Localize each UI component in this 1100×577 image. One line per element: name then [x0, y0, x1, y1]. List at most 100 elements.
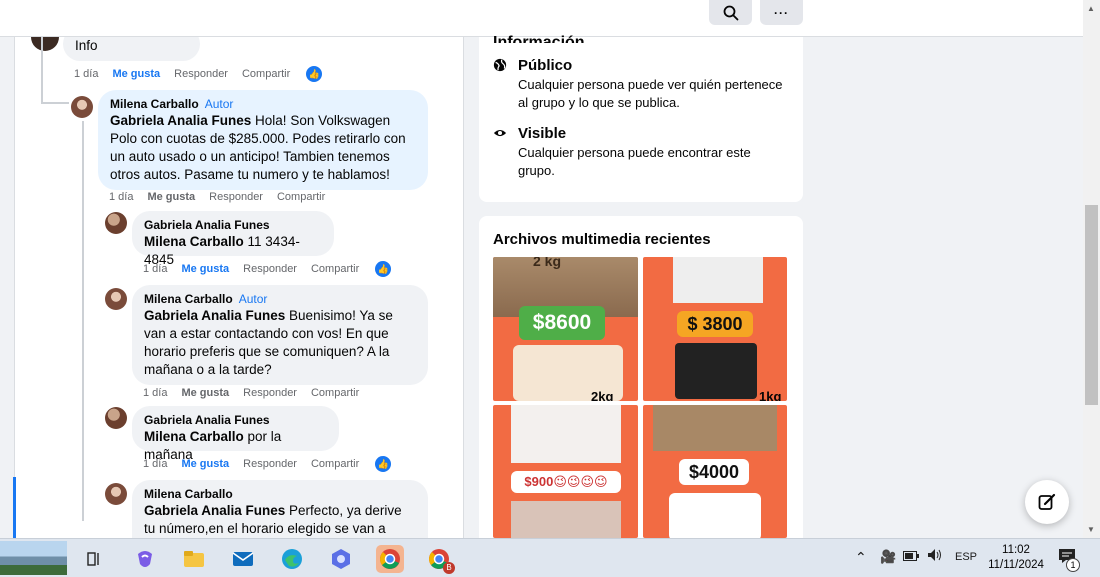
file-explorer-icon[interactable] — [180, 545, 208, 573]
price-tag: $4000 — [679, 459, 749, 485]
clock-time: 11:02 — [1002, 544, 1030, 556]
mention-link[interactable]: Gabriela Analia Funes — [144, 503, 285, 518]
comment-author[interactable]: Gabriela Analia Funes — [144, 217, 322, 233]
reply-button[interactable]: Responder — [209, 191, 263, 203]
share-button[interactable]: Compartir — [242, 68, 290, 80]
active-indicator — [13, 477, 16, 538]
more-options-button[interactable]: ··· — [760, 0, 803, 25]
mention-link[interactable]: Gabriela Analia Funes — [110, 113, 251, 128]
like-button[interactable]: Me gusta — [112, 68, 160, 80]
comment-text: Info — [75, 38, 98, 53]
share-button[interactable]: Compartir — [311, 458, 359, 470]
avatar — [71, 96, 93, 118]
recent-media-card: Archivos multimedia recientes 2 kg $8600… — [479, 216, 803, 538]
comment-time[interactable]: 1 día — [143, 263, 167, 275]
new-message-button[interactable] — [1025, 480, 1069, 524]
comment-bubble: Milena Carballo Autor Gabriela Analia Fun… — [98, 90, 428, 190]
share-button[interactable]: Compartir — [311, 387, 359, 399]
mention-link[interactable]: Gabriela Analia Funes — [144, 308, 285, 323]
chevron-up-icon[interactable]: ⌃ — [855, 549, 867, 566]
avatar — [105, 212, 127, 234]
share-button[interactable]: Compartir — [311, 263, 359, 275]
like-button[interactable]: Me gusta — [181, 458, 229, 470]
chrome-icon[interactable]: B — [425, 545, 455, 574]
price-tag: $8600 — [519, 306, 605, 340]
comment-author[interactable]: Milena Carballo — [144, 486, 416, 502]
comment-time[interactable]: 1 día — [74, 68, 98, 80]
m365-icon[interactable] — [327, 545, 355, 573]
avatar — [105, 407, 127, 429]
comment-bubble: Gabriela Analia Funes Milena Carballo 11… — [132, 211, 334, 267]
profile-badge: B — [443, 562, 455, 574]
like-button[interactable]: Me gusta — [147, 191, 195, 203]
language-indicator[interactable]: ESP — [955, 551, 977, 563]
scrollbar-thumb[interactable] — [1085, 205, 1098, 405]
search-button[interactable] — [709, 0, 752, 25]
comments-panel: Info 1 día Me gusta Responder Compartir … — [14, 37, 464, 538]
weather-widget[interactable] — [0, 541, 67, 575]
privacy-title: Público — [518, 57, 573, 74]
media-tile[interactable]: 2 kg $8600 2kg — [493, 257, 638, 401]
comment-actions: 1 día Me gusta Responder Compartir 👍 — [143, 456, 405, 472]
avatar — [105, 483, 127, 505]
reply-button[interactable]: Responder — [174, 68, 228, 80]
compose-icon — [1038, 493, 1056, 510]
copilot-icon[interactable] — [131, 545, 159, 573]
windows-taskbar: B ⌃ 🎥 ESP 11:02 11/11/2024 1 — [0, 538, 1100, 577]
comment-author[interactable]: Gabriela Analia Funes — [144, 412, 327, 428]
edge-icon[interactable] — [278, 545, 306, 573]
share-button[interactable]: Compartir — [277, 191, 325, 203]
clock[interactable]: 11:02 11/11/2024 — [986, 543, 1046, 573]
price-tag: $900😉😉😉😉 — [511, 471, 621, 493]
clock-date: 11/11/2024 — [988, 559, 1044, 571]
reply-button[interactable]: Responder — [243, 458, 297, 470]
media-tile[interactable]: $900😉😉😉😉 — [493, 405, 638, 538]
mention-link[interactable]: Milena Carballo — [144, 234, 244, 249]
like-reaction-icon: 👍 — [306, 66, 323, 82]
group-info-card: Información Público Cualquier persona pu… — [479, 34, 803, 202]
price-tag: $ 3800 — [677, 311, 753, 337]
comment-bubble: Milena Carballo Gabriela Analia Funes Pe… — [132, 480, 428, 538]
tile-label: 2kg — [591, 389, 614, 401]
media-tile[interactable]: $4000 — [643, 405, 787, 538]
chrome-profile-icon[interactable] — [376, 545, 404, 573]
task-view-icon[interactable] — [80, 545, 108, 573]
search-icon — [723, 5, 738, 20]
tile-label: 1kg — [759, 389, 782, 401]
media-title: Archivos multimedia recientes — [493, 231, 711, 248]
meet-icon[interactable]: 🎥 — [880, 549, 896, 565]
volume-icon[interactable] — [927, 548, 943, 565]
comment-bubble: Info — [63, 37, 200, 61]
comment-time[interactable]: 1 día — [143, 387, 167, 399]
info-title: Información — [493, 34, 585, 43]
like-button[interactable]: Me gusta — [181, 387, 229, 399]
comment-author[interactable]: Milena Carballo — [110, 97, 199, 111]
comment-bubble: Milena Carballo Autor Gabriela Analia Fun… — [132, 285, 428, 385]
eye-icon — [493, 129, 507, 137]
thread-line — [41, 102, 69, 104]
comment-time[interactable]: 1 día — [109, 191, 133, 203]
reply-button[interactable]: Responder — [243, 263, 297, 275]
comment-time[interactable]: 1 día — [143, 458, 167, 470]
comment-author[interactable]: Milena Carballo — [144, 292, 233, 306]
battery-icon[interactable] — [903, 550, 919, 564]
like-button[interactable]: Me gusta — [181, 263, 229, 275]
author-badge: Autor — [238, 292, 268, 306]
like-reaction-icon: 👍 — [375, 456, 392, 472]
mention-link[interactable]: Milena Carballo — [144, 429, 244, 444]
like-reaction-icon: 👍 — [375, 261, 392, 277]
scroll-down-icon[interactable]: ▼ — [1087, 525, 1095, 534]
globe-icon — [493, 58, 507, 72]
media-tile[interactable]: $ 3800 1kg — [643, 257, 787, 401]
tile-label: 2 kg — [533, 257, 562, 269]
page-scrollbar[interactable]: ▲ ▼ — [1083, 0, 1100, 538]
comment-actions: 1 día Me gusta Responder Compartir 👍 — [74, 66, 336, 82]
comment-bubble: Gabriela Analia Funes Milena Carballo po… — [132, 406, 339, 462]
visibility-description: Cualquier persona puede encontrar este g… — [518, 145, 751, 178]
avatar — [105, 288, 127, 310]
reply-button[interactable]: Responder — [243, 387, 297, 399]
comment-actions: 1 día Me gusta Responder Compartir 👍 — [143, 261, 405, 277]
scroll-up-icon[interactable]: ▲ — [1087, 4, 1095, 13]
mail-icon[interactable] — [229, 545, 257, 573]
comment-actions: 1 día Me gusta Responder Compartir — [109, 191, 339, 203]
